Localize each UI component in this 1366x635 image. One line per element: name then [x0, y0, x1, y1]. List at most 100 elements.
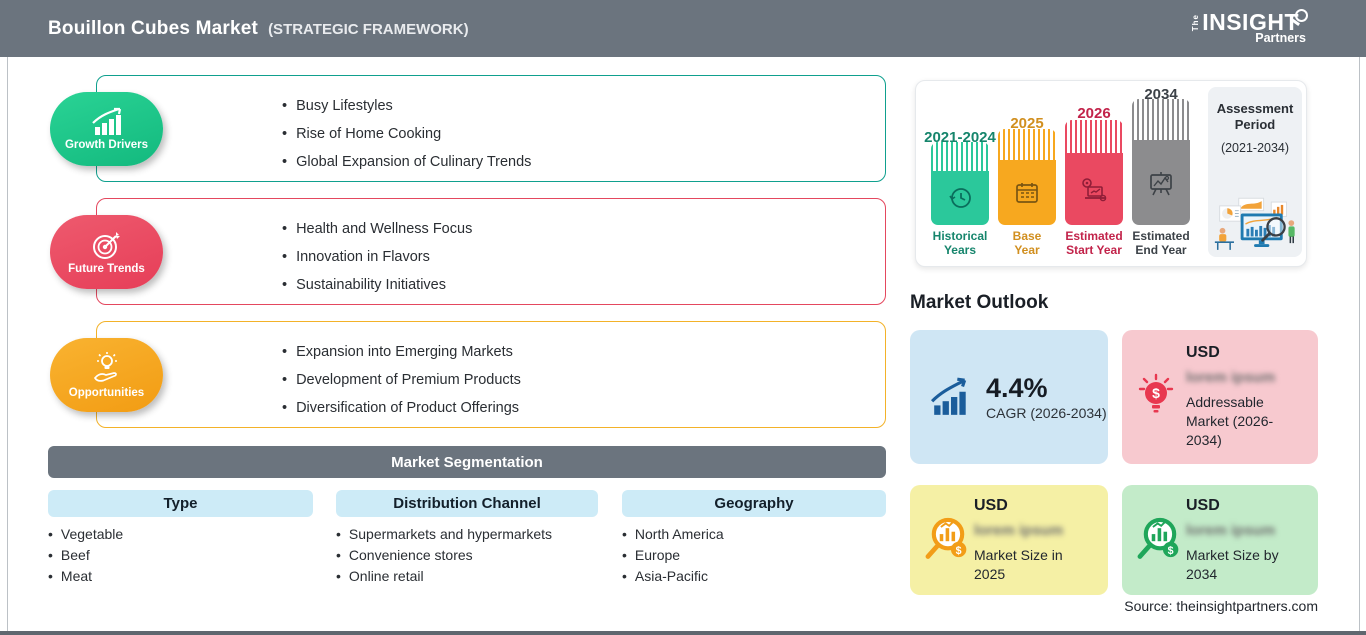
presentation-board-icon [1150, 171, 1172, 195]
magnifier-chart-icon-green: $ [1137, 517, 1179, 559]
blurred-value: lorem ipsum [1186, 522, 1276, 539]
currency-label: USD [1186, 344, 1220, 361]
list-item: Health and Wellness Focus [282, 215, 472, 243]
market-segmentation-header: Market Segmentation [48, 446, 886, 478]
list-item: Development of Premium Products [282, 366, 521, 394]
svg-text:$: $ [1152, 385, 1160, 401]
bar-stripes [931, 142, 989, 171]
cagr-label: CAGR (2026-2034) [986, 405, 1107, 421]
list-item: Rise of Home Cooking [282, 120, 531, 148]
list-item: Supermarkets and hypermarkets [336, 524, 552, 545]
history-clock-icon [949, 188, 971, 208]
pill-label: Opportunities [68, 387, 145, 399]
bar-stripes [998, 129, 1056, 160]
base-year-bar [998, 129, 1056, 225]
bulb-dollar-icon: $ [1138, 373, 1174, 413]
estimated-end-year-bar [1132, 99, 1190, 225]
caption-line: Historical [932, 229, 988, 243]
card-label: Market Size in 2025 [974, 547, 1063, 582]
caption-line: Years [943, 242, 977, 257]
cagr-text: 4.4% CAGR (2026-2034) [986, 373, 1107, 421]
cagr-growth-icon [930, 377, 967, 415]
type-list: Vegetable Beef Meat [48, 524, 123, 587]
bar-body [931, 171, 989, 225]
estimated-start-year-bar [1065, 120, 1123, 225]
assessment-line: Period [1234, 117, 1276, 132]
list-item: Convenience stores [336, 545, 552, 566]
list-item: Global Expansion of Culinary Trends [282, 148, 531, 176]
cagr-value: 4.4% [986, 373, 1048, 403]
caption-line: Estimated [1065, 229, 1123, 243]
bar-body [1132, 140, 1190, 225]
segment-header-type: Type [48, 490, 313, 517]
assessment-period-box: Assessment Period (2021-2034) [1208, 87, 1302, 257]
segment-header-label: Type [163, 495, 198, 512]
caption-line: Base [1012, 229, 1042, 243]
blurred-value: lorem ipsum [1186, 369, 1276, 386]
timeline-panel: 2021-2024 2025 2026 2034 Historical Year… [915, 80, 1307, 267]
currency-label: USD [974, 497, 1008, 514]
growth-drivers-box: Busy Lifestyles Rise of Home Cooking Glo… [96, 75, 886, 182]
card-label: Market Size by 2034 [1186, 547, 1279, 582]
assessment-range: (2021-2034) [1220, 141, 1290, 155]
growth-drivers-pill: Growth Drivers [50, 92, 163, 166]
bulb-hand-icon [93, 352, 117, 382]
opportunities-pill: Opportunities [50, 338, 163, 412]
magnifier-icon [1295, 9, 1308, 22]
infographic-page: Bouillon Cubes Market (STRATEGIC FRAMEWO… [0, 0, 1366, 635]
bar-caption: Historical Years [922, 229, 998, 257]
currency-label: USD [1186, 497, 1220, 514]
source-attribution: Source: theinsightpartners.com [1124, 598, 1318, 614]
growth-chart-icon [91, 107, 121, 135]
market-analysis-illustration [1214, 197, 1295, 250]
list-item: Meat [48, 566, 123, 587]
geography-list: North America Europe Asia-Pacific [622, 524, 724, 587]
list-item: Beef [48, 545, 123, 566]
logo-the-text: The [1191, 13, 1201, 31]
list-item: Sustainability Initiatives [282, 271, 472, 299]
card-text: USD lorem ipsum Market Size in 2025 [974, 497, 1096, 584]
assessment-line: Assessment [1216, 101, 1294, 116]
list-item: Expansion into Emerging Markets [282, 338, 521, 366]
segment-header-geography: Geography [622, 490, 886, 517]
list-item: Europe [622, 545, 724, 566]
bar-stripes [1132, 99, 1190, 140]
svg-text:$: $ [1168, 545, 1174, 557]
pill-label: Future Trends [68, 263, 145, 275]
historical-years-bar [931, 142, 989, 225]
bar-stripes [1065, 120, 1123, 153]
bar-caption: Estimated End Year [1123, 229, 1199, 257]
market-size-2025-card: $ USD lorem ipsum Market Size in 2025 [910, 485, 1108, 595]
bar-caption: Estimated Start Year [1056, 229, 1132, 257]
list-item: North America [622, 524, 724, 545]
magnifier-chart-icon-orange: $ [925, 517, 967, 559]
analytics-laptop-icon [1082, 178, 1107, 202]
target-icon [92, 232, 120, 259]
svg-text:$: $ [956, 545, 962, 557]
growth-drivers-list: Busy Lifestyles Rise of Home Cooking Glo… [282, 92, 531, 176]
bar-body [998, 160, 1056, 225]
future-trends-list: Health and Wellness Focus Innovation in … [282, 215, 472, 299]
pill-label: Growth Drivers [64, 139, 149, 151]
market-size-2034-card: $ USD lorem ipsum Market Size by 2034 [1122, 485, 1318, 595]
header-titles: Bouillon Cubes Market (STRATEGIC FRAMEWO… [48, 18, 469, 40]
list-item: Vegetable [48, 524, 123, 545]
opportunities-list: Expansion into Emerging Markets Developm… [282, 338, 521, 422]
list-item: Online retail [336, 566, 552, 587]
insight-partners-logo: The INSIGHT Partners [1191, 9, 1308, 45]
segment-header-label: Geography [714, 495, 794, 512]
caption-line: Estimated [1132, 229, 1190, 243]
bar-caption: Base Year [989, 229, 1065, 257]
caption-line: Start Year [1066, 242, 1122, 257]
bar-body [1065, 153, 1123, 225]
distribution-list: Supermarkets and hypermarkets Convenienc… [336, 524, 552, 587]
future-trends-box: Health and Wellness Focus Innovation in … [96, 198, 886, 305]
caption-line: Year [1014, 242, 1040, 257]
addressable-market-card: $ USD lorem ipsum Addressable Market (20… [1122, 330, 1318, 464]
page-subtitle: (STRATEGIC FRAMEWORK) [268, 20, 469, 38]
opportunities-box: Expansion into Emerging Markets Developm… [96, 321, 886, 428]
segmentation-title: Market Segmentation [391, 453, 543, 471]
header-bar: Bouillon Cubes Market (STRATEGIC FRAMEWO… [0, 0, 1366, 57]
card-text: USD lorem ipsum Market Size by 2034 [1186, 497, 1308, 584]
cagr-card: 4.4% CAGR (2026-2034) [910, 330, 1108, 464]
